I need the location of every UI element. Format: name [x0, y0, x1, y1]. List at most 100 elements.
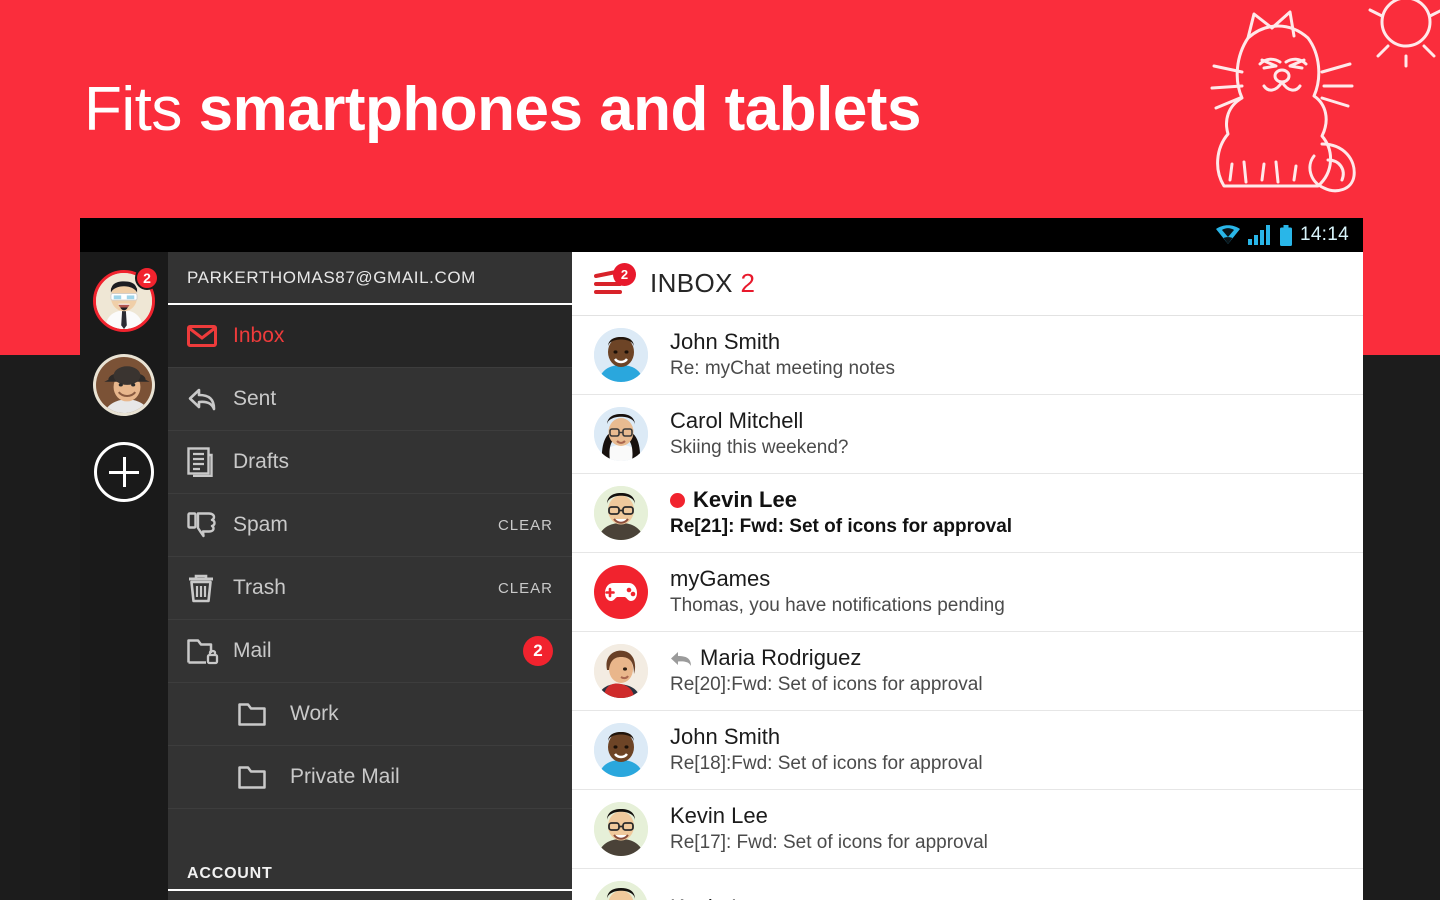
avatar: [594, 407, 648, 461]
mail-subject: Re[17]: Fwd: Set of icons for approval: [670, 832, 988, 853]
sidebar-item-trash[interactable]: Trash CLEAR: [168, 557, 572, 620]
mail-sender-name: Kevin Lee: [670, 894, 768, 900]
mail-row[interactable]: myGames Thomas, you have notifications p…: [572, 553, 1363, 632]
status-time: 14:14: [1299, 224, 1349, 245]
menu-section-account: ACCOUNT: [168, 849, 572, 891]
avatar-carol-mitchell: [594, 407, 648, 461]
avatar: [594, 328, 648, 382]
mail-text: Maria Rodriguez Re[20]:Fwd: Set of icons…: [670, 644, 983, 698]
avatar: [594, 644, 648, 698]
signal-icon: [1247, 225, 1270, 245]
sidebar-item-label: Inbox: [233, 324, 285, 347]
status-bar: 14:14: [80, 218, 1363, 252]
sidebar-item-label: Sent: [233, 387, 277, 410]
account-unread-badge: 2: [135, 266, 159, 290]
mail-sender-name: Carol Mitchell: [670, 408, 804, 433]
replied-arrow-icon: [671, 651, 691, 666]
thumbs-down-icon: [187, 511, 233, 539]
mail-text: Kevin Lee Re[17]: Fwd: Set of icons for …: [670, 802, 988, 856]
account-email[interactable]: PARKERTHOMAS87@GMAIL.COM: [168, 252, 572, 305]
account-avatar-second[interactable]: [93, 354, 155, 416]
avatar: [594, 723, 648, 777]
mail-row[interactable]: Kevin Lee: [572, 869, 1363, 900]
navigation-menu: PARKERTHOMAS87@GMAIL.COM Inbox Sent Draf…: [168, 252, 572, 900]
folder-lock-icon: [187, 637, 233, 665]
headline-light: Fits: [84, 75, 199, 144]
account-rail: 2: [80, 252, 168, 900]
mail-sender: John Smith: [670, 328, 895, 356]
cat-and-sun-doodle: [1210, 0, 1440, 193]
mail-sender-name: myGames: [670, 566, 771, 591]
mail-sender-name: Kevin Lee: [670, 803, 768, 828]
mail-sender: Kevin Lee: [670, 802, 988, 830]
mail-list-header: 2 INBOX 2: [572, 252, 1363, 316]
sidebar-item-inbox[interactable]: Inbox: [168, 305, 572, 368]
mail-sender: Kevin Lee: [670, 486, 1012, 514]
avatar: [594, 565, 648, 619]
avatar: [594, 881, 648, 900]
mail-list-panel: 2 INBOX 2 John Smith Re: myChat meeting …: [572, 252, 1363, 900]
avatar: [594, 802, 648, 856]
mail-row[interactable]: John Smith Re[18]:Fwd: Set of icons for …: [572, 711, 1363, 790]
mail-sender-name: John Smith: [670, 724, 781, 749]
headline-bold: smartphones and tablets: [198, 75, 922, 144]
sidebar-item-partial[interactable]: [168, 891, 572, 900]
avatar-kevin-lee: [594, 802, 648, 856]
sidebar-item-work[interactable]: Work: [168, 683, 572, 746]
sidebar-item-label: Work: [290, 702, 339, 725]
mail-subject: Re[18]:Fwd: Set of icons for approval: [670, 753, 983, 774]
mail-row[interactable]: Kevin Lee Re[17]: Fwd: Set of icons for …: [572, 790, 1363, 869]
envelope-icon: [187, 325, 233, 347]
avatar-kevin-lee: [594, 486, 648, 540]
gamepad-icon: [605, 583, 637, 601]
avatar-maria-rodriguez: [594, 644, 648, 698]
inbox-title-text: INBOX: [650, 268, 733, 298]
mail-row[interactable]: John Smith Re: myChat meeting notes: [572, 316, 1363, 395]
sidebar-item-sent[interactable]: Sent: [168, 368, 572, 431]
clear-spam-button[interactable]: CLEAR: [498, 517, 553, 534]
trash-icon: [187, 573, 233, 603]
list-lines-icon[interactable]: 2: [594, 262, 636, 301]
page-title: INBOX 2: [650, 268, 755, 299]
mail-text: Carol Mitchell Skiing this weekend?: [670, 407, 849, 461]
folder-icon: [238, 702, 290, 726]
menu-spacer: [168, 809, 572, 849]
mail-row[interactable]: Carol Mitchell Skiing this weekend?: [572, 395, 1363, 474]
sidebar-item-label: Spam: [233, 513, 288, 536]
mail-subject: Re[20]:Fwd: Set of icons for approval: [670, 674, 983, 695]
tablet-device: 14:14 2 PARKERTHOMAS87@GMAIL.COM Inbox S…: [80, 218, 1363, 900]
mail-sender-name: Kevin Lee: [693, 487, 797, 512]
add-account-button[interactable]: [94, 442, 154, 502]
inbox-title-count: 2: [740, 268, 756, 298]
sidebar-item-label: Mail: [233, 639, 272, 662]
mail-subject: Re: myChat meeting notes: [670, 358, 895, 379]
mail-row[interactable]: Maria Rodriguez Re[20]:Fwd: Set of icons…: [572, 632, 1363, 711]
mail-subject: Thomas, you have notifications pending: [670, 595, 1005, 616]
reply-arrow-icon: [187, 386, 233, 412]
mail-sender: Carol Mitchell: [670, 407, 849, 435]
mail-sender: Kevin Lee: [670, 894, 768, 900]
mail-row[interactable]: Kevin Lee Re[21]: Fwd: Set of icons for …: [572, 474, 1363, 553]
account-avatar-parker-thomas[interactable]: 2: [93, 266, 159, 332]
mail-sender: myGames: [670, 565, 1005, 593]
sidebar-item-label: Trash: [233, 576, 286, 599]
sidebar-item-private-mail[interactable]: Private Mail: [168, 746, 572, 809]
mail-text: John Smith Re: myChat meeting notes: [670, 328, 895, 382]
avatar-second-account: [96, 357, 152, 413]
avatar-john-smith: [594, 723, 648, 777]
page-title: Fits smartphones and tablets: [84, 74, 921, 146]
sidebar-item-mail[interactable]: Mail 2: [168, 620, 572, 683]
mail-subject: Re[21]: Fwd: Set of icons for approval: [670, 516, 1013, 537]
mail-unread-count: 2: [523, 636, 553, 666]
clear-trash-button[interactable]: CLEAR: [498, 580, 553, 597]
mail-text: John Smith Re[18]:Fwd: Set of icons for …: [670, 723, 983, 777]
promo-screenshot: Fits smartphones and tablets 14:14 2 PAR…: [0, 0, 1440, 900]
sidebar-item-drafts[interactable]: Drafts: [168, 431, 572, 494]
document-icon: [187, 447, 233, 477]
mail-sender-name: Maria Rodriguez: [700, 645, 862, 670]
mail-sender-name: John Smith: [670, 329, 781, 354]
app-body: 2 PARKERTHOMAS87@GMAIL.COM Inbox Sent Dr…: [80, 252, 1363, 900]
mail-text: myGames Thomas, you have notifications p…: [670, 565, 1005, 619]
mail-sender: Maria Rodriguez: [670, 644, 983, 672]
sidebar-item-spam[interactable]: Spam CLEAR: [168, 494, 572, 557]
